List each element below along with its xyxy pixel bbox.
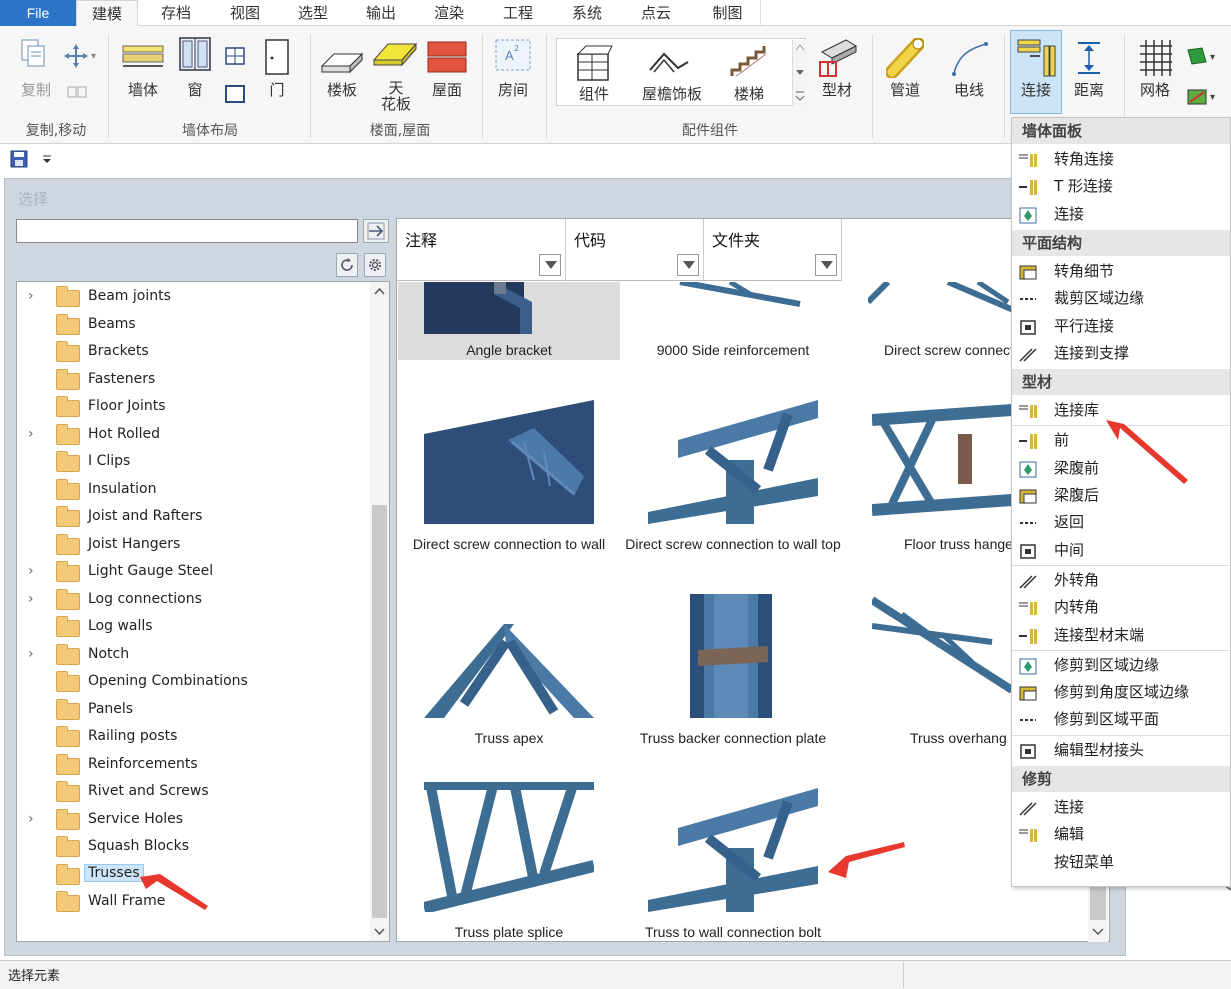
annotation-arrow-connection-library <box>1106 420 1188 484</box>
annotation-arrow-truss-wall-bolt <box>828 842 905 878</box>
annotation-arrow-trusses <box>140 874 208 910</box>
annotation-arrows <box>140 420 1188 910</box>
